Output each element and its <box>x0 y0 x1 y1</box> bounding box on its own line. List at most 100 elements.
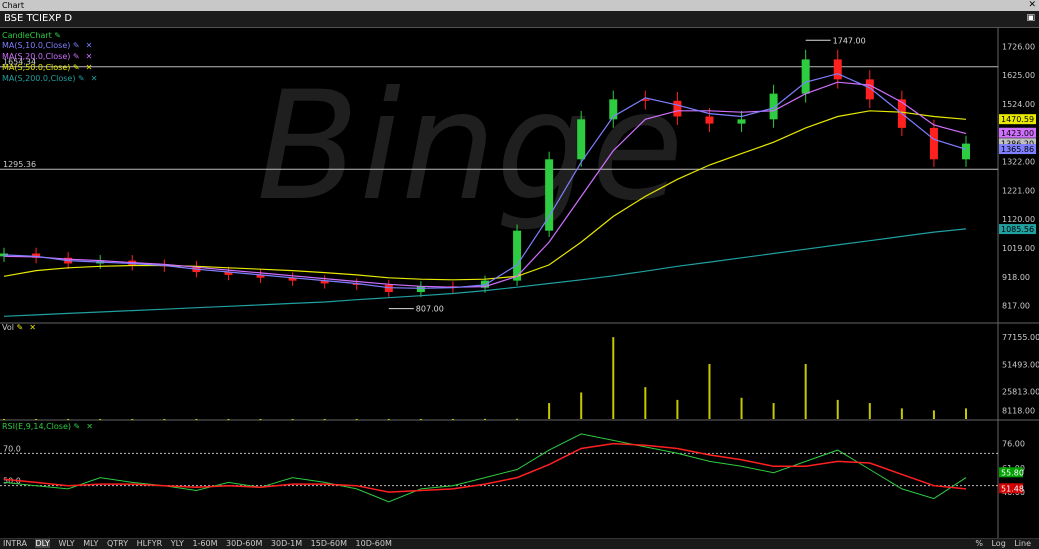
remove-icon[interactable]: ✕ <box>86 422 93 431</box>
edit-icon[interactable]: ✎ <box>70 52 80 61</box>
ma-line-ma200 <box>3 228 967 317</box>
candle <box>865 79 874 100</box>
volume-bar <box>708 364 711 419</box>
legend-ma50: MA(S,50.0,Close) ✎ ✕ <box>2 62 92 73</box>
rsi-level-label: 70.0 <box>3 444 21 453</box>
legend-rsi: RSI(E,9,14,Close) ✎ ✕ <box>2 421 93 432</box>
rsi-tick: 76.00 <box>1002 440 1025 449</box>
volume-bar <box>291 418 294 420</box>
volume-bar <box>772 403 775 419</box>
percent-toggle[interactable]: % <box>975 539 983 548</box>
close-icon[interactable]: ✕ <box>1026 0 1036 11</box>
symbol-bar: BSE TCIEXP D ▣ <box>0 11 1039 28</box>
reference-label: 1295.36 <box>3 160 36 169</box>
interval-30d-60m[interactable]: 30D-60M <box>226 539 262 548</box>
volume-bar <box>131 418 134 420</box>
interval-1-60m[interactable]: 1-60M <box>192 539 217 548</box>
watermark: Binge <box>256 60 683 234</box>
volume-bar <box>387 418 390 420</box>
interval-qtry[interactable]: QTRY <box>107 539 128 548</box>
volume-bar <box>451 418 454 420</box>
maximize-icon[interactable]: ▣ <box>1026 13 1035 23</box>
price-chart[interactable]: Binge1654.341295.361726.001625.001524.00… <box>0 28 1039 539</box>
price-badge-label: 1470.59 <box>1001 115 1034 124</box>
legend-ma10: MA(S,10.0,Close) ✎ ✕ <box>2 40 92 51</box>
rsi-badge-label: 51.48 <box>1001 484 1024 493</box>
volume-bar <box>965 408 967 419</box>
volume-bar <box>35 418 38 420</box>
remove-icon[interactable]: ✕ <box>86 52 93 61</box>
interval-yly[interactable]: YLY <box>171 539 184 548</box>
candle <box>416 286 425 293</box>
interval-mly[interactable]: MLY <box>83 539 98 548</box>
vol-label: Vol <box>2 323 14 332</box>
price-badge-label: 1365.86 <box>1001 145 1034 154</box>
legend-vol: Vol ✎ ✕ <box>2 322 36 333</box>
interval-wly[interactable]: WLY <box>58 539 74 548</box>
volume-bar <box>99 418 102 420</box>
rsi-label: RSI(E,9,14,Close) <box>2 422 71 431</box>
line-toggle[interactable]: Line <box>1014 539 1031 548</box>
high-annotation: 1747.00 <box>833 36 866 45</box>
ma10-label: MA(S,10.0,Close) <box>2 41 71 50</box>
remove-icon[interactable]: ✕ <box>29 323 36 332</box>
candle <box>929 127 938 160</box>
ma200-label: MA(S,200.0,Close) <box>2 74 76 83</box>
volume-tick: 77155.00 <box>1002 333 1039 342</box>
remove-icon[interactable]: ✕ <box>86 41 93 50</box>
interval-intra[interactable]: INTRA <box>3 539 27 548</box>
candle <box>833 59 842 80</box>
volume-bar <box>932 410 935 419</box>
interval-30d-1m[interactable]: 30D-1M <box>271 539 302 548</box>
interval-dly[interactable]: DLY <box>35 539 50 548</box>
window-title: Chart <box>2 1 24 10</box>
volume-bar <box>900 408 903 419</box>
interval-bar: INTRA DLY WLY MLY QTRY HLFYR YLY 1-60M 3… <box>0 539 1039 549</box>
candle <box>384 284 393 293</box>
volume-bar <box>548 403 551 419</box>
volume-bar <box>868 403 871 419</box>
window-titlebar: Chart ✕ <box>0 0 1039 11</box>
volume-bar <box>644 387 647 419</box>
volume-bar <box>676 399 679 419</box>
volume-bar <box>67 418 70 420</box>
price-tick: 817.00 <box>1002 302 1030 311</box>
candle <box>962 143 970 160</box>
low-annotation: 807.00 <box>416 305 444 314</box>
price-badge-label: 1423.00 <box>1001 129 1034 138</box>
price-tick: 1726.00 <box>1002 42 1035 51</box>
interval-15d-60m[interactable]: 15D-60M <box>311 539 347 548</box>
candle-label: CandleChart <box>2 31 52 40</box>
volume-bar <box>484 418 486 420</box>
price-badge-label: 1085.56 <box>1001 225 1034 234</box>
edit-icon[interactable]: ✎ <box>52 31 61 40</box>
candle <box>705 116 714 124</box>
volume-bar <box>227 418 230 420</box>
legend-ma20: MA(S,20.0,Close) ✎ ✕ <box>2 51 92 62</box>
ma50-label: MA(S,50.0,Close) <box>2 63 71 72</box>
interval-10d-60m[interactable]: 10D-60M <box>356 539 392 548</box>
edit-icon[interactable]: ✎ <box>70 41 80 50</box>
volume-bar <box>259 418 262 420</box>
candle <box>769 93 778 120</box>
volume-bar <box>612 337 615 419</box>
log-toggle[interactable]: Log <box>991 539 1005 548</box>
volume-bar <box>836 399 839 419</box>
edit-icon[interactable]: ✎ <box>71 422 81 431</box>
edit-icon[interactable]: ✎ <box>14 323 24 332</box>
price-tick: 1625.00 <box>1002 71 1035 80</box>
price-tick: 1322.00 <box>1002 158 1035 167</box>
edit-icon[interactable]: ✎ <box>75 74 85 83</box>
rsi-badge-label: 55.80 <box>1001 468 1024 477</box>
volume-bar <box>516 418 519 420</box>
interval-hlfyr[interactable]: HLFYR <box>137 539 163 548</box>
volume-bar <box>740 397 743 419</box>
edit-icon[interactable]: ✎ <box>70 63 80 72</box>
volume-tick: 25813.00 <box>1002 388 1039 397</box>
remove-icon[interactable]: ✕ <box>86 63 93 72</box>
remove-icon[interactable]: ✕ <box>91 74 98 83</box>
rsi-line <box>3 433 967 503</box>
price-tick: 918.00 <box>1002 273 1030 282</box>
price-tick: 1019.00 <box>1002 244 1035 253</box>
price-tick: 1221.00 <box>1002 186 1035 195</box>
